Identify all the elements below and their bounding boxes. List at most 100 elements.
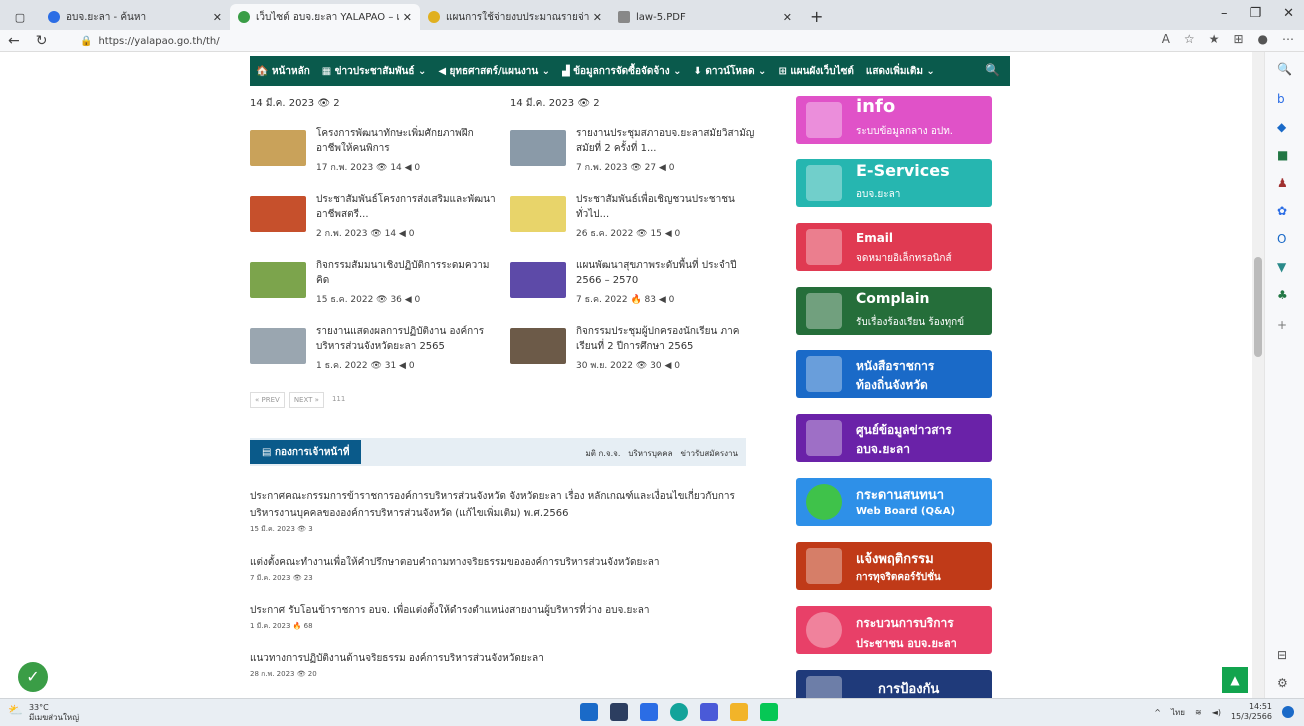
post-card[interactable]: กิจกรรมสัมมนาเชิงปฏิบัติการระดมความคิด 1… [250,258,490,314]
menu-item-more[interactable]: แสดงเพิ่มเติม ⌄ [866,64,935,79]
post-card[interactable]: โครงการพัฒนาทักษะเพิ่มศักยภาพฝึกอาชีพให้… [250,126,490,182]
banner-email[interactable]: Email จดหมายอิเล็กทรอนิกส์ [796,223,992,271]
close-tab-icon[interactable]: ✕ [783,11,792,24]
post-title[interactable]: ประชาสัมพันธ์โครงการส่งเสริมและพัฒนาอาชี… [316,192,496,222]
scrollbar-thumb[interactable] [1254,257,1262,357]
section-link-jobs[interactable]: ข่าวรับสมัครงาน [681,447,739,460]
tree-icon[interactable]: ♣ [1277,288,1288,302]
outlook-icon[interactable]: O [1277,232,1286,246]
news-item[interactable]: แนวทางการปฏิบัติงานด้านจริยธรรม องค์การบ… [250,650,760,680]
banner-prevention[interactable]: การป้องกัน [796,670,992,698]
file-explorer-icon[interactable] [730,703,748,721]
search-icon[interactable]: 🔍 [1277,62,1292,76]
prev-page-button[interactable]: « PREV [250,392,285,408]
post-title[interactable]: โครงการพัฒนาทักษะเพิ่มศักยภาพฝึกอาชีพให้… [316,126,496,156]
read-aloud-icon[interactable]: A [1162,32,1170,46]
post-card[interactable]: รายงานแสดงผลการปฏิบัติงาน องค์การบริหารส… [250,324,490,380]
settings-gear-icon[interactable]: ⚙ [1277,676,1288,690]
photos-icon[interactable] [700,703,718,721]
close-tab-icon[interactable]: ✕ [593,11,602,24]
news-title[interactable]: ประกาศคณะกรรมการข้าราชการองค์การบริหารส่… [250,488,760,522]
weather-widget[interactable]: ⛅ 33°C มีเมฆส่วนใหญ่ [8,703,79,723]
tag-icon[interactable]: ◆ [1277,120,1286,134]
banner-official-letters[interactable]: หนังสือราชการ ท้องถิ่นจังหวัด [796,350,992,398]
collections-icon[interactable]: ⊞ [1233,32,1243,46]
back-to-top-button[interactable]: ▲ [1222,667,1248,693]
edge-icon[interactable] [670,703,688,721]
post-title[interactable]: แผนพัฒนาสุขภาพระดับพื้นที่ ประจำปี 2566 … [576,258,756,288]
drop-icon[interactable]: ▼ [1277,260,1286,274]
url-field[interactable]: 🔒 https://yalapao.go.th/th/ [80,32,1100,50]
post-title[interactable]: รายงานแสดงผลการปฏิบัติงาน องค์การบริหารส… [316,324,496,354]
clock[interactable]: 14:51 15/3/2566 [1231,702,1272,722]
menu-item-home[interactable]: 🏠 หน้าหลัก [256,64,310,79]
refresh-icon[interactable]: ↻ [28,33,56,49]
banner-e-services[interactable]: E-Services อบจ.ยะลา [796,159,992,207]
accessibility-button[interactable]: ✓ [18,662,48,692]
word-icon[interactable] [640,703,658,721]
post-title[interactable]: กิจกรรมสัมมนาเชิงปฏิบัติการระดมความคิด [316,258,496,288]
menu-item-download[interactable]: ⬇ ดาวน์โหลด ⌄ [694,64,767,79]
tray-chevron-icon[interactable]: ^ [1154,708,1161,717]
post-card[interactable]: กิจกรรมประชุมผู้ปกครองนักเรียน ภาคเรียนท… [510,324,750,380]
page-scrollbar[interactable] [1252,52,1264,698]
news-title[interactable]: แนวทางการปฏิบัติงานด้านจริยธรรม องค์การบ… [250,650,760,667]
menu-item-procurement[interactable]: ▟ ข้อมูลการจัดซื้อจัดจ้าง ⌄ [562,64,682,79]
close-tab-icon[interactable]: ✕ [213,11,222,24]
add-icon[interactable]: + [1277,318,1287,332]
news-title[interactable]: ประกาศ รับโอนข้าราชการ อบจ. เพื่อแต่งตั้… [250,602,760,619]
news-item[interactable]: แต่งตั้งคณะทำงานเพื่อให้คำปรึกษาตอบคำถาม… [250,554,760,584]
bing-chat-icon[interactable]: b [1277,92,1285,106]
post-title[interactable]: รายงานประชุมสภาอบจ.ยะลาสมัยวิสามัญ สมัยท… [576,126,756,156]
new-tab-button[interactable]: + [800,4,833,30]
post-title[interactable]: ประชาสัมพันธ์เพื่อเชิญชวนประชาชนทั่วไป..… [576,192,756,222]
favorite-add-icon[interactable]: ☆ [1184,32,1195,46]
close-window-icon[interactable]: ✕ [1283,6,1294,21]
banner-info-center[interactable]: ศูนย์ข้อมูลข่าวสาร อบจ.ยะลา [796,414,992,462]
volume-icon[interactable]: ◄) [1212,708,1221,717]
browser-tab-0[interactable]: อบจ.ยะลา - ค้นหา ✕ [40,4,230,30]
more-icon[interactable]: ⋯ [1282,32,1294,46]
language-indicator[interactable]: ไทย [1171,706,1185,719]
windows-start-icon[interactable] [580,703,598,721]
banner-info[interactable]: info ระบบข้อมูลกลาง อปท. [796,96,992,144]
news-item[interactable]: ประกาศคณะกรรมการข้าราชการองค์การบริหารส่… [250,488,760,535]
browser-tab-3[interactable]: law-5.PDF ✕ [610,4,800,30]
news-item[interactable]: ประกาศ รับโอนข้าราชการ อบจ. เพื่อแต่งตั้… [250,602,760,632]
banner-complain[interactable]: Complain รับเรื่องร้องเรียน ร้องทุกข์ [796,287,992,335]
banner-webboard[interactable]: กระดานสนทนา Web Board (Q&A) [796,478,992,526]
banner-service-process[interactable]: กระบวนการบริการ ประชาชน อบจ.ยะลา [796,606,992,654]
split-screen-icon[interactable]: ⊟ [1277,648,1287,662]
browser-tab-1[interactable]: เว็บไซต์ อบจ.ยะลา YALAPAO – เว็บไ✕ [230,4,420,30]
post-card[interactable]: แผนพัฒนาสุขภาพระดับพื้นที่ ประจำปี 2566 … [510,258,750,314]
office-icon[interactable]: ✿ [1277,204,1287,218]
section-link-kjj[interactable]: มติ ก.จ.จ. [586,447,621,460]
tab-actions-icon[interactable]: ▢ [0,4,40,30]
browser-tab-2[interactable]: แผนการใช้จ่ายงบประมาณรายจ่ายประจ✕ [420,4,610,30]
notification-icon[interactable] [1282,706,1294,718]
favorites-icon[interactable]: ★ [1209,32,1220,46]
post-card[interactable]: รายงานประชุมสภาอบจ.ยะลาสมัยวิสามัญ สมัยท… [510,126,754,182]
next-page-button[interactable]: NEXT » [288,392,324,408]
search-icon[interactable]: 🔍 [985,63,1000,77]
games-icon[interactable]: ♟ [1277,176,1288,190]
briefcase-icon[interactable]: ■ [1277,148,1288,162]
close-tab-icon[interactable]: ✕ [403,11,412,24]
wifi-icon[interactable]: ≋ [1195,708,1202,717]
back-icon[interactable]: ← [0,33,28,49]
restore-icon[interactable]: ❐ [1249,6,1261,21]
banner-report-corruption[interactable]: แจ้งพฤติกรรม การทุจริตคอร์รัปชั่น [796,542,992,590]
profile-icon[interactable]: ● [1258,32,1268,46]
menu-item-news[interactable]: ▦ ข่าวประชาสัมพันธ์ ⌄ [322,64,427,79]
line-app-icon[interactable] [760,703,778,721]
section-link-personnel[interactable]: บริหารบุคคล [628,447,672,460]
minimize-icon[interactable]: – [1221,6,1228,21]
post-title[interactable]: กิจกรรมประชุมผู้ปกครองนักเรียน ภาคเรียนท… [576,324,756,354]
menu-item-strategy[interactable]: ◀ ยุทธศาสตร์/แผนงาน ⌄ [438,64,550,79]
menu-item-sitemap[interactable]: ⊞ แผนผังเว็บไซต์ [778,64,853,79]
news-title[interactable]: แต่งตั้งคณะทำงานเพื่อให้คำปรึกษาตอบคำถาม… [250,554,760,571]
post-card[interactable]: ประชาสัมพันธ์เพื่อเชิญชวนประชาชนทั่วไป..… [510,192,750,248]
task-view-icon[interactable] [610,703,628,721]
post-card[interactable]: ประชาสัมพันธ์โครงการส่งเสริมและพัฒนาอาชี… [250,192,496,248]
post-thumbnail [250,328,306,364]
